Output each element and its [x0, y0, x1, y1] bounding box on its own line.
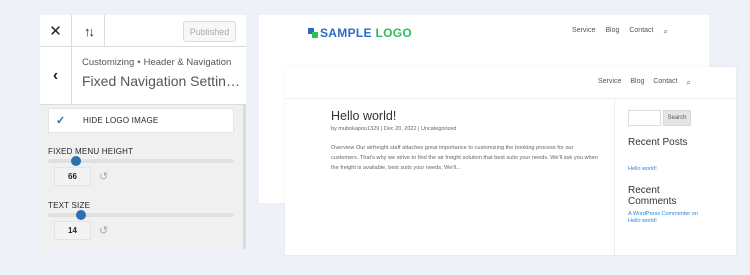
logo-mark-icon — [308, 28, 318, 38]
recent-comment[interactable]: A WordPress Commenter on Hello world! — [628, 211, 698, 225]
hide-logo-checkbox[interactable]: ✓ HIDE LOGO IMAGE — [48, 108, 234, 133]
header-divider — [285, 98, 736, 99]
nav-item-blog[interactable]: Blog — [630, 78, 644, 88]
nav-item-service[interactable]: Service — [572, 27, 595, 37]
search-icon[interactable]: ⌕ — [663, 27, 667, 37]
close-button[interactable]: ✕ — [40, 15, 72, 47]
customizer-panel: ✕ ↑↓ Published ‹ Customizing • Header & Na… — [40, 15, 246, 249]
breadcrumb-current: Header & Navigation — [143, 57, 232, 68]
breadcrumb-separator: • — [137, 57, 141, 68]
recent-post-link[interactable]: Hello world! — [628, 166, 698, 173]
recent-comments-title: Recent Comments — [628, 185, 677, 207]
logo-text: SAMPLE LOGO — [320, 26, 412, 40]
main-nav: Service Blog Contact ⌕ — [572, 27, 668, 37]
customizer-topbar: ✕ ↑↓ Published — [40, 15, 246, 47]
post-title[interactable]: Hello world! — [331, 109, 396, 123]
breadcrumb: Customizing • Header & Navigation — [82, 57, 231, 68]
site-logo[interactable]: SAMPLE LOGO — [308, 26, 412, 40]
fixed-menu-height-label: FIXED MENU HEIGHT — [48, 147, 134, 156]
reorder-button[interactable]: ↑↓ — [73, 15, 105, 47]
sidebar-search-input[interactable] — [628, 110, 661, 126]
sidebar-divider — [614, 99, 615, 255]
reset-icon[interactable]: ↺ — [99, 170, 108, 183]
reset-icon[interactable]: ↺ — [99, 224, 108, 237]
section-header: ‹ Customizing • Header & Navigation Fixed … — [40, 47, 246, 105]
sort-arrows-icon: ↑↓ — [84, 23, 95, 39]
site-preview-front: Service Blog Contact ⌕ Hello world! by m… — [285, 67, 736, 255]
text-size-label: TEXT SIZE — [48, 201, 91, 210]
fixed-nav: Service Blog Contact ⌕ — [598, 78, 691, 88]
nav-item-contact[interactable]: Contact — [629, 27, 653, 37]
post-excerpt: Overview Our airfreight staff attaches g… — [331, 145, 598, 171]
search-icon[interactable]: ⌕ — [686, 78, 690, 88]
text-size-slider[interactable] — [48, 210, 234, 220]
recent-posts-title: Recent Posts — [628, 137, 688, 148]
slider-handle[interactable] — [76, 210, 87, 220]
hide-logo-label: HIDE LOGO IMAGE — [83, 116, 159, 125]
nav-item-service[interactable]: Service — [598, 78, 621, 88]
chevron-left-icon: ‹ — [52, 67, 59, 84]
close-icon: ✕ — [49, 23, 62, 40]
back-button[interactable]: ‹ — [40, 47, 72, 105]
post-meta: by mubokapou1329 | Dec 20, 2022 | Uncate… — [331, 126, 457, 132]
fixed-menu-height-slider[interactable] — [48, 156, 234, 166]
fixed-menu-height-input[interactable]: 66 — [54, 167, 91, 186]
text-size-input[interactable]: 14 — [54, 221, 91, 240]
sidebar-search-button[interactable]: Search — [663, 110, 691, 126]
breadcrumb-parent: Customizing — [82, 57, 135, 68]
checkmark-icon: ✓ — [56, 115, 66, 127]
nav-item-blog[interactable]: Blog — [605, 27, 619, 37]
slider-handle[interactable] — [70, 156, 81, 166]
nav-item-contact[interactable]: Contact — [653, 78, 677, 88]
publish-button[interactable]: Published — [183, 21, 236, 42]
section-title: Fixed Navigation Settin… — [82, 73, 240, 89]
